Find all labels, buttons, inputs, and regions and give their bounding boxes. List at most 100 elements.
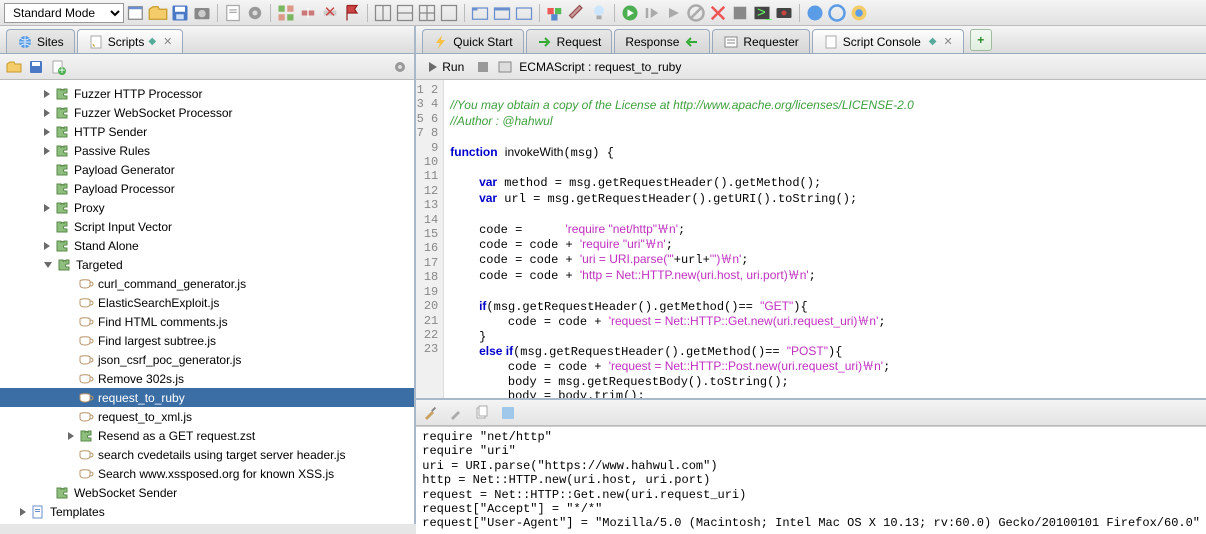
tree-item[interactable]: Payload Processor: [0, 179, 414, 198]
tab-scripts[interactable]: Scripts ◆ ✕: [77, 29, 184, 53]
continue-icon[interactable]: [664, 3, 684, 23]
mode-select[interactable]: Standard Mode: [4, 3, 124, 23]
tree-item[interactable]: WebSocket Sender: [0, 483, 414, 502]
code-editor[interactable]: 1 2 3 4 5 6 7 8 9 10 11 12 13 14 15 16 1…: [416, 80, 1206, 400]
tree-item[interactable]: Passive Rules: [0, 141, 414, 160]
puzzle-icon[interactable]: [545, 3, 565, 23]
pin-icon[interactable]: ◆: [148, 36, 156, 47]
folder-open-icon[interactable]: [6, 59, 22, 75]
tab-response[interactable]: Response: [614, 29, 710, 53]
tab-script-console[interactable]: Script Console◆✕: [812, 29, 964, 53]
record-icon[interactable]: [774, 3, 794, 23]
puzzle-icon: [54, 86, 70, 102]
copy-icon[interactable]: [474, 405, 490, 421]
expand-icon[interactable]: [44, 90, 50, 98]
broom-icon[interactable]: [422, 405, 438, 421]
tab-requester[interactable]: Requester: [712, 29, 809, 53]
layout1-icon[interactable]: [373, 3, 393, 23]
tree-item[interactable]: Find largest subtree.js: [0, 331, 414, 350]
tree-item[interactable]: Payload Generator: [0, 160, 414, 179]
layout4-icon[interactable]: [439, 3, 459, 23]
expand-icon[interactable]: [44, 242, 50, 250]
folder-icon[interactable]: [148, 3, 168, 23]
cup-icon: [78, 295, 94, 311]
tab-request[interactable]: Request: [526, 29, 613, 53]
save-icon[interactable]: [170, 3, 190, 23]
puzzle-icon: [56, 257, 72, 273]
new-session-icon[interactable]: [126, 3, 146, 23]
tree-label: Remove 302s.js: [98, 372, 184, 386]
tree-label: Templates: [50, 505, 105, 519]
tree-item[interactable]: HTTP Sender: [0, 122, 414, 141]
puzzle-icon: [54, 181, 70, 197]
left-tabs: Sites Scripts ◆ ✕: [0, 26, 414, 54]
expand-icon[interactable]: [68, 432, 74, 440]
tree-item[interactable]: Targeted: [0, 255, 414, 274]
tree-item[interactable]: curl_command_generator.js: [0, 274, 414, 293]
clear-icon[interactable]: [448, 405, 464, 421]
collapse-icon[interactable]: [44, 262, 52, 268]
tree-item[interactable]: Proxy: [0, 198, 414, 217]
pin-icon[interactable]: ◆: [929, 36, 937, 47]
new-script-icon[interactable]: +: [50, 59, 66, 75]
expand-icon[interactable]: [44, 109, 50, 117]
tab-sites[interactable]: Sites: [6, 29, 75, 53]
tabs3-icon[interactable]: [514, 3, 534, 23]
stop-icon[interactable]: [686, 3, 706, 23]
break-icon[interactable]: [298, 3, 318, 23]
tree-label: Search www.xssposed.org for known XSS.js: [98, 467, 334, 481]
browser2-icon[interactable]: [827, 3, 847, 23]
step-icon[interactable]: [642, 3, 662, 23]
report-icon[interactable]: [223, 3, 243, 23]
code-area[interactable]: //You may obtain a copy of the License a…: [444, 80, 1206, 398]
flag-icon[interactable]: [342, 3, 362, 23]
tree-item[interactable]: request_to_ruby: [0, 388, 414, 407]
bulb-icon[interactable]: [589, 3, 609, 23]
tree-item[interactable]: ElasticSearchExploit.js: [0, 293, 414, 312]
tree-label: json_csrf_poc_generator.js: [98, 353, 241, 367]
tree-item[interactable]: Stand Alone: [0, 236, 414, 255]
tree-item[interactable]: json_csrf_poc_generator.js: [0, 350, 414, 369]
terminal-icon[interactable]: >_: [752, 3, 772, 23]
expand-icon[interactable]: [44, 147, 50, 155]
output-text[interactable]: require "net/http" require "uri" uri = U…: [416, 426, 1206, 534]
drop-icon[interactable]: [708, 3, 728, 23]
layout2-icon[interactable]: [395, 3, 415, 23]
gear-icon[interactable]: [245, 3, 265, 23]
snapshot-icon[interactable]: [192, 3, 212, 23]
browser3-icon[interactable]: [849, 3, 869, 23]
tabs1-icon[interactable]: [470, 3, 490, 23]
gear-icon[interactable]: [392, 59, 408, 75]
browser1-icon[interactable]: [805, 3, 825, 23]
close-icon[interactable]: ✕: [163, 35, 172, 48]
close-icon[interactable]: ✕: [944, 35, 953, 48]
tree-item[interactable]: Fuzzer HTTP Processor: [0, 84, 414, 103]
tree-item[interactable]: search cvedetails using target server he…: [0, 445, 414, 464]
tree-item[interactable]: request_to_xml.js: [0, 407, 414, 426]
breakpoint-icon[interactable]: [730, 3, 750, 23]
save-icon[interactable]: [28, 59, 44, 75]
expand-icon[interactable]: [20, 508, 26, 516]
tabs2-icon[interactable]: [492, 3, 512, 23]
break-x-icon[interactable]: ✕: [320, 3, 340, 23]
script-tree[interactable]: Fuzzer HTTP ProcessorFuzzer WebSocket Pr…: [0, 80, 414, 524]
tree-item[interactable]: Remove 302s.js: [0, 369, 414, 388]
tree-item[interactable]: Fuzzer WebSocket Processor: [0, 103, 414, 122]
expand-icon[interactable]: [44, 128, 50, 136]
stop-icon[interactable]: [475, 59, 491, 75]
tab-quickstart[interactable]: Quick Start: [422, 29, 523, 53]
add-tab-button[interactable]: +: [970, 29, 992, 51]
layout3-icon[interactable]: [417, 3, 437, 23]
forced-browse-icon[interactable]: [567, 3, 587, 23]
run-button[interactable]: Run: [422, 58, 469, 76]
save-output-icon[interactable]: [500, 405, 516, 421]
tree-item[interactable]: Find HTML comments.js: [0, 312, 414, 331]
expand-icon[interactable]: [44, 204, 50, 212]
addon-icon[interactable]: [276, 3, 296, 23]
tree-item[interactable]: Search www.xssposed.org for known XSS.js: [0, 464, 414, 483]
tree-item[interactable]: Templates: [0, 502, 414, 521]
play-icon[interactable]: [620, 3, 640, 23]
tree-item[interactable]: Resend as a GET request.zst: [0, 426, 414, 445]
cup-edit-icon: [78, 390, 94, 406]
tree-item[interactable]: Script Input Vector: [0, 217, 414, 236]
